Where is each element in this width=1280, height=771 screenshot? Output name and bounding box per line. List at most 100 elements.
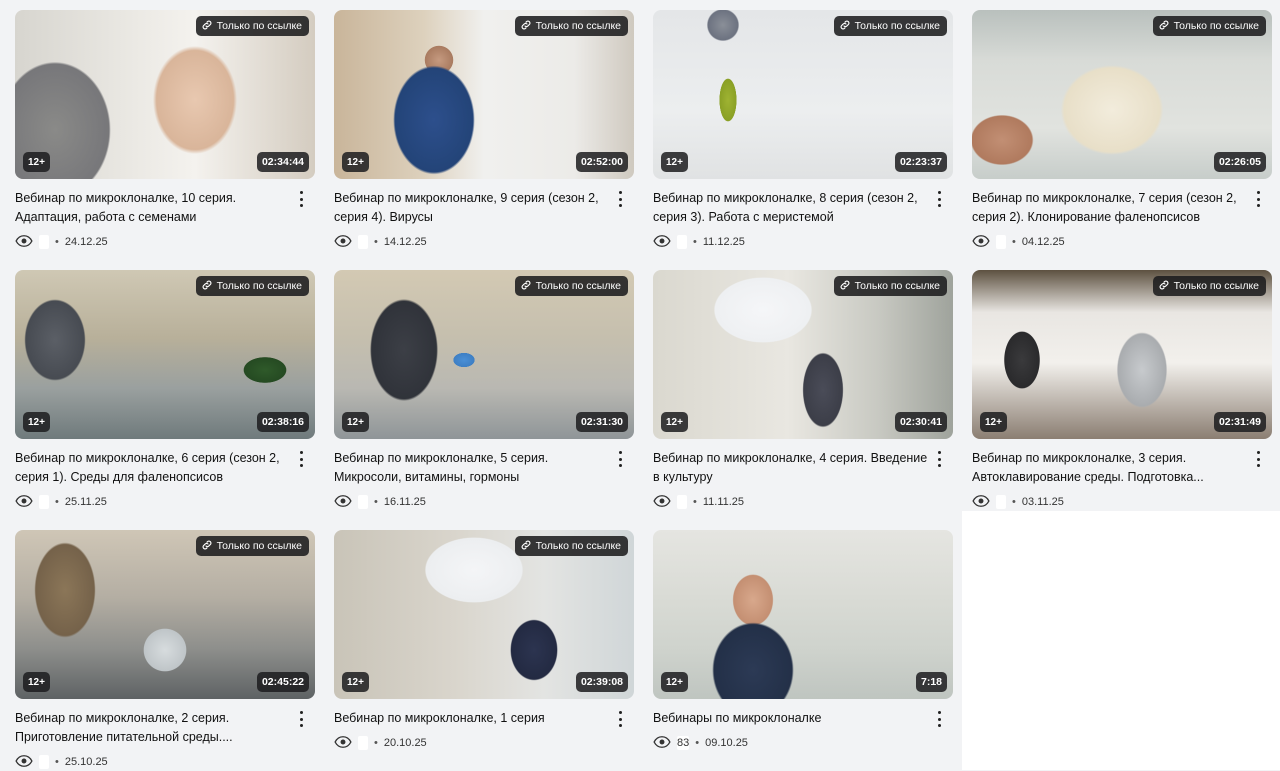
age-rating-badge: 12+ (342, 152, 369, 172)
link-only-label: Только по ссылке (854, 280, 940, 292)
video-thumbnail[interactable]: Только по ссылке 12+ 02:45:22 (15, 530, 315, 699)
video-thumbnail[interactable]: Только по ссылке 02:26:05 (972, 10, 1272, 179)
video-card[interactable]: Только по ссылке 02:26:05 Вебинар по мик… (972, 10, 1272, 251)
more-dot-icon (1256, 451, 1260, 454)
more-options-button[interactable] (293, 190, 309, 208)
video-thumbnail[interactable]: Только по ссылке 12+ 02:34:44 (15, 10, 315, 179)
duration-badge: 02:31:30 (575, 412, 628, 432)
video-title[interactable]: Вебинар по микроклоналке, 9 серия (сезон… (334, 189, 610, 227)
video-title[interactable]: Вебинар по микроклоналке, 2 серия. Приго… (15, 709, 291, 747)
video-thumbnail[interactable]: Только по ссылке 12+ 02:38:16 (15, 270, 315, 439)
video-title[interactable]: Вебинар по микроклоналке, 1 серия (334, 709, 610, 728)
duration-badge: 02:31:49 (1213, 412, 1266, 432)
more-options-button[interactable] (931, 710, 947, 728)
video-title[interactable]: Вебинар по микроклоналке, 3 серия. Авток… (972, 449, 1248, 487)
upload-date: 11.12.25 (702, 236, 745, 248)
link-icon (839, 19, 851, 34)
video-thumbnail[interactable]: Только по ссылке 12+ 02:52:00 (334, 10, 634, 179)
link-only-badge: Только по ссылке (833, 276, 947, 296)
empty-area (962, 511, 1280, 770)
link-only-badge: Только по ссылке (1152, 16, 1266, 36)
video-meta: 83 • 09.10.25 (653, 734, 953, 752)
more-dot-icon (299, 204, 303, 207)
more-options-button[interactable] (1250, 450, 1266, 468)
video-card[interactable]: Только по ссылке 12+ 02:34:44 Вебинар по… (15, 10, 315, 251)
more-options-button[interactable] (931, 450, 947, 468)
more-dot-icon (618, 711, 622, 714)
more-options-button[interactable] (612, 450, 628, 468)
duration-badge: 02:52:00 (575, 152, 628, 172)
video-card[interactable]: Только по ссылке 12+ 02:38:16 Вебинар по… (15, 270, 315, 511)
video-card[interactable]: Только по ссылке 12+ 02:23:37 Вебинар по… (653, 10, 953, 251)
link-only-badge: Только по ссылке (833, 16, 947, 36)
video-meta: • 20.10.25 (334, 734, 634, 752)
video-title[interactable]: Вебинар по микроклоналке, 5 серия. Микро… (334, 449, 610, 487)
more-dot-icon (937, 204, 941, 207)
more-dot-icon (299, 717, 303, 721)
link-icon (520, 539, 532, 554)
video-meta: • 25.10.25 (15, 753, 315, 771)
views-count (39, 755, 49, 769)
video-title[interactable]: Вебинар по микроклоналке, 10 серия. Адап… (15, 189, 291, 227)
video-card[interactable]: Только по ссылке 12+ 02:30:41 Вебинар по… (653, 270, 953, 511)
views-icon (15, 754, 33, 771)
upload-date: 04.12.25 (1021, 236, 1065, 248)
video-thumbnail[interactable]: Только по ссылке 12+ 02:39:08 (334, 530, 634, 699)
video-title[interactable]: Вебинары по микроклоналке (653, 709, 929, 728)
more-dot-icon (299, 711, 303, 714)
video-card[interactable]: Только по ссылке 12+ 02:39:08 Вебинар по… (334, 530, 634, 752)
upload-date: 20.10.25 (383, 737, 427, 749)
age-rating-badge: 12+ (342, 672, 369, 692)
duration-badge: 7:18 (915, 672, 947, 692)
more-dot-icon (937, 464, 941, 467)
meta-separator: • (374, 236, 378, 248)
link-only-label: Только по ссылке (1173, 280, 1259, 292)
upload-date: 24.12.25 (64, 236, 108, 248)
thumbnail-image (653, 530, 953, 699)
video-meta: • 11.11.25 (653, 493, 953, 511)
upload-date: 25.11.25 (64, 496, 107, 508)
video-thumbnail[interactable]: Только по ссылке 12+ 02:31:30 (334, 270, 634, 439)
video-card[interactable]: 12+ 7:18 Вебинары по микроклоналке 83 • … (653, 530, 953, 752)
meta-separator: • (55, 496, 59, 508)
more-dot-icon (937, 451, 941, 454)
video-card[interactable]: Только по ссылке 12+ 02:31:49 Вебинар по… (972, 270, 1272, 511)
video-card[interactable]: Только по ссылке 12+ 02:31:30 Вебинар по… (334, 270, 634, 511)
age-rating-badge: 12+ (661, 412, 688, 432)
video-title[interactable]: Вебинар по микроклоналке, 4 серия. Введе… (653, 449, 929, 487)
video-title[interactable]: Вебинар по микроклоналке, 8 серия (сезон… (653, 189, 929, 227)
more-options-button[interactable] (1250, 190, 1266, 208)
link-only-badge: Только по ссылке (195, 276, 309, 296)
more-options-button[interactable] (612, 190, 628, 208)
more-dot-icon (618, 451, 622, 454)
video-meta: • 25.11.25 (15, 493, 315, 511)
link-only-label: Только по ссылке (535, 540, 621, 552)
video-meta: • 11.12.25 (653, 233, 953, 251)
more-dot-icon (937, 197, 941, 201)
more-dot-icon (618, 717, 622, 721)
meta-separator: • (693, 496, 697, 508)
link-only-badge: Только по ссылке (514, 276, 628, 296)
more-options-button[interactable] (293, 710, 309, 728)
views-count (358, 736, 368, 750)
link-only-badge: Только по ссылке (195, 16, 309, 36)
views-count (677, 235, 687, 249)
more-options-button[interactable] (931, 190, 947, 208)
video-title[interactable]: Вебинар по микроклоналке, 6 серия (сезон… (15, 449, 291, 487)
video-thumbnail[interactable]: Только по ссылке 12+ 02:23:37 (653, 10, 953, 179)
video-title[interactable]: Вебинар по микроклоналке, 7 серия (сезон… (972, 189, 1248, 227)
meta-separator: • (374, 496, 378, 508)
video-thumbnail[interactable]: 12+ 7:18 (653, 530, 953, 699)
views-icon (334, 234, 352, 251)
video-thumbnail[interactable]: Только по ссылке 12+ 02:30:41 (653, 270, 953, 439)
video-thumbnail[interactable]: Только по ссылке 12+ 02:31:49 (972, 270, 1272, 439)
more-dot-icon (618, 724, 622, 727)
more-options-button[interactable] (612, 710, 628, 728)
more-dot-icon (299, 724, 303, 727)
meta-separator: • (55, 756, 59, 768)
video-card[interactable]: Только по ссылке 12+ 02:45:22 Вебинар по… (15, 530, 315, 771)
more-options-button[interactable] (293, 450, 309, 468)
upload-date: 25.10.25 (64, 756, 108, 768)
video-card[interactable]: Только по ссылке 12+ 02:52:00 Вебинар по… (334, 10, 634, 251)
views-icon (334, 494, 352, 511)
